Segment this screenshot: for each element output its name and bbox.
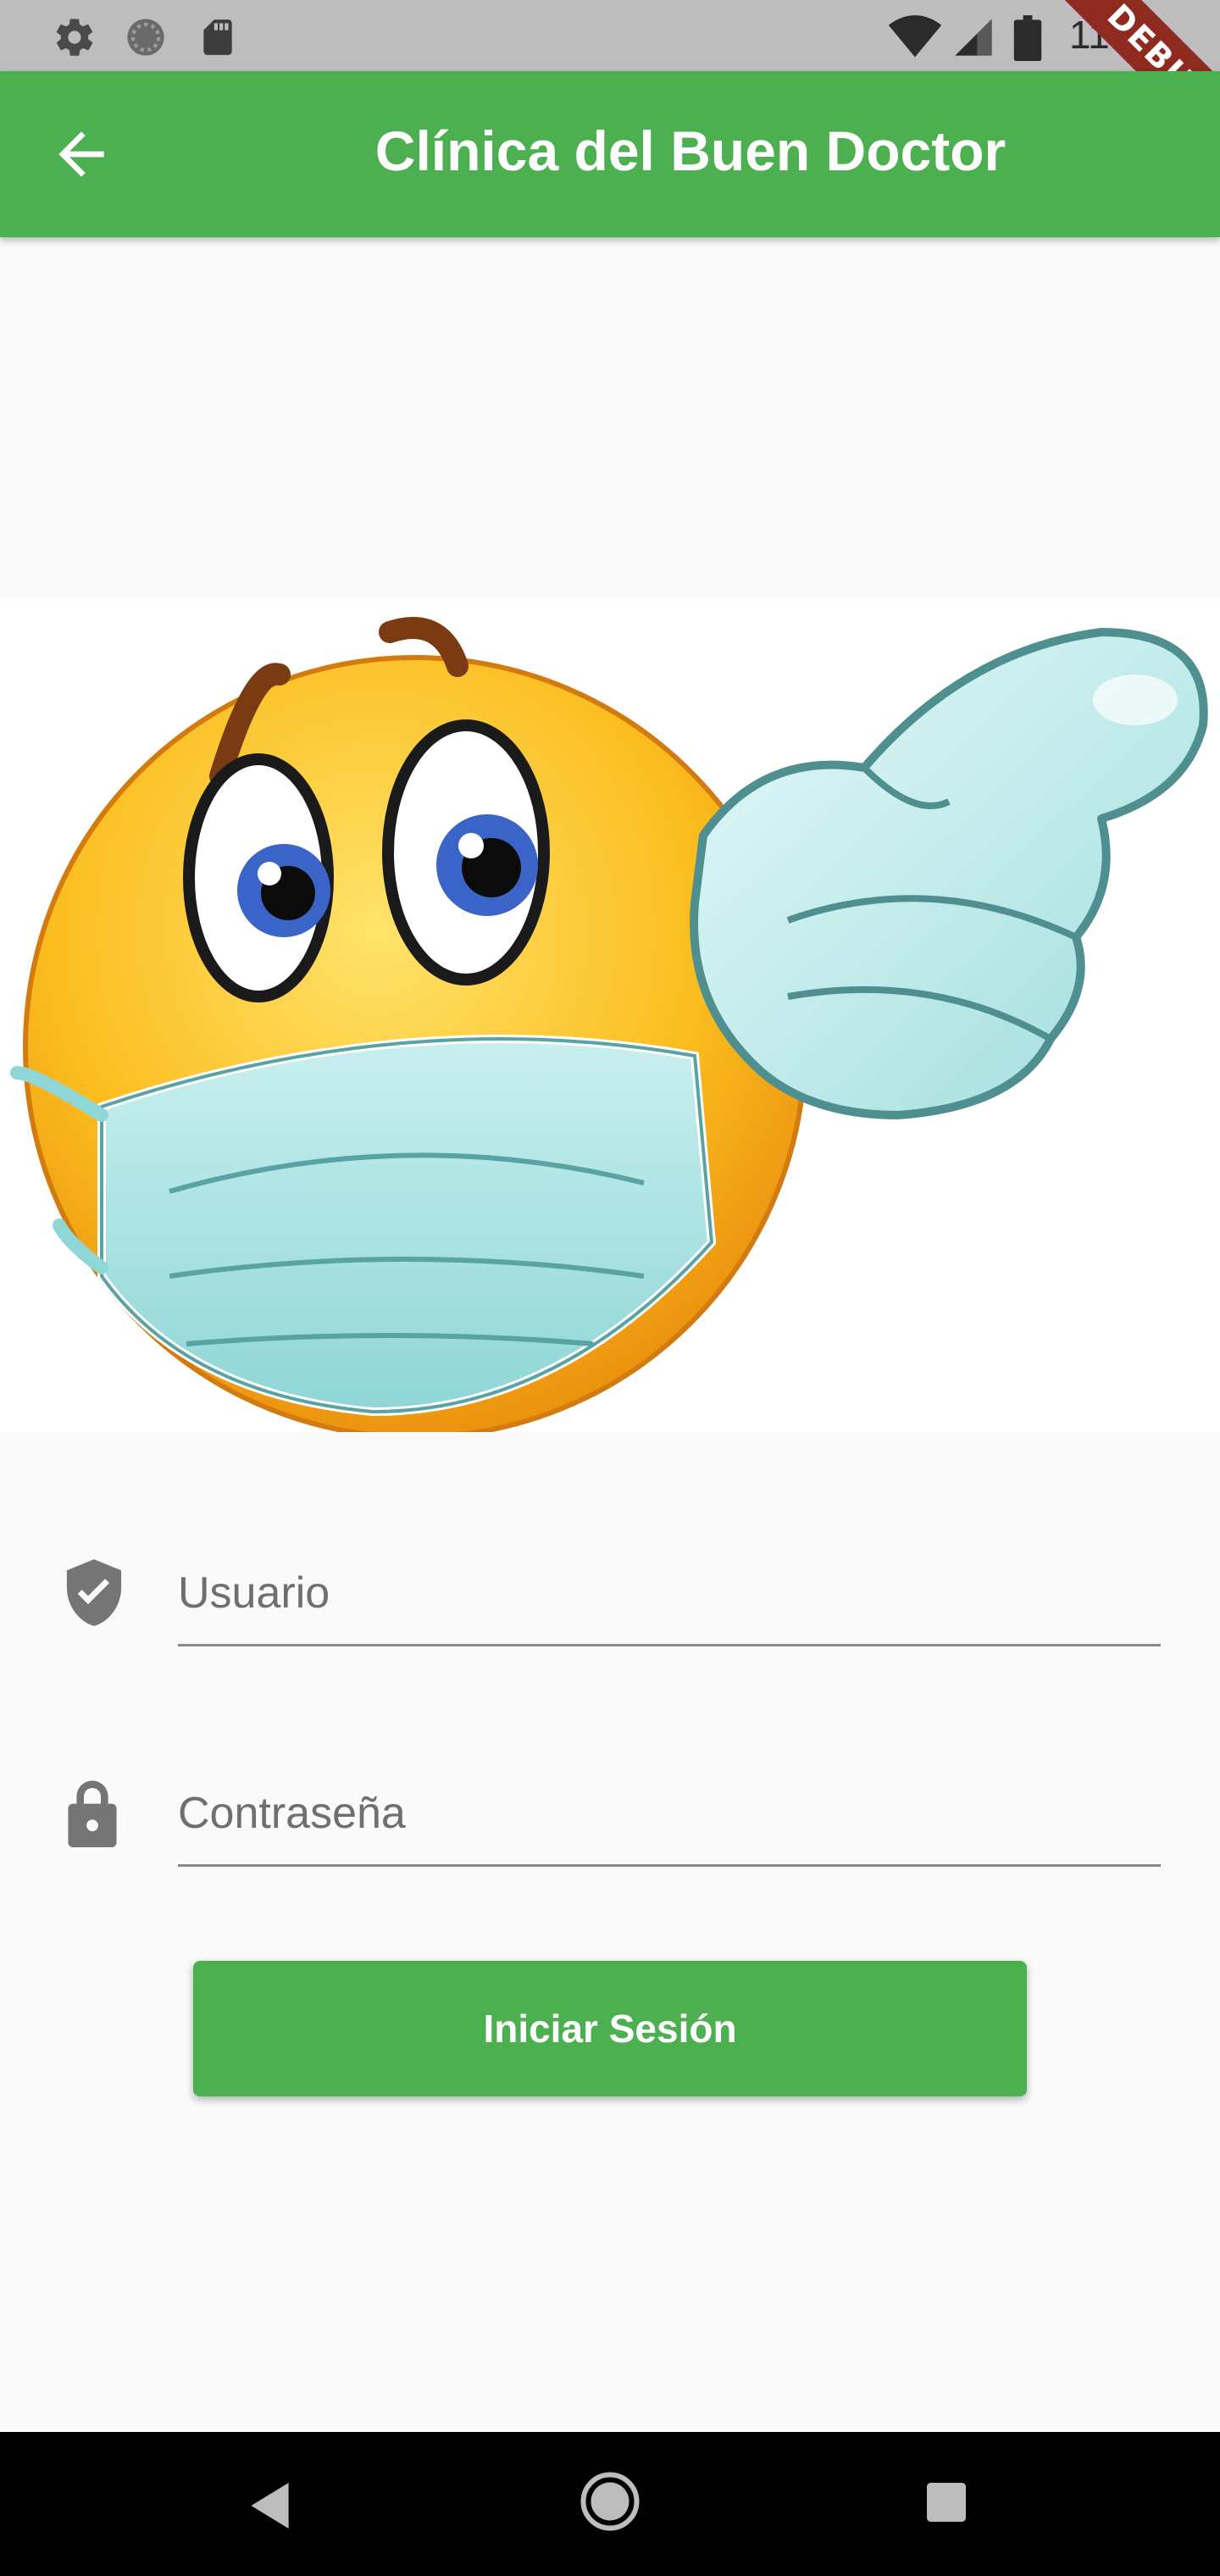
password-input[interactable] xyxy=(178,1763,1161,1867)
settings-icon xyxy=(53,15,97,64)
verified-shield-icon xyxy=(64,1559,124,1633)
sd-card-icon xyxy=(197,15,239,64)
home-circle-icon[interactable] xyxy=(580,2471,640,2536)
masked-emoji-pointing-icon xyxy=(10,617,1208,1440)
debug-banner: DEBUG xyxy=(1015,0,1220,71)
back-triangle-icon[interactable] xyxy=(251,2483,293,2533)
hero-image xyxy=(0,598,1220,1440)
recents-square-icon[interactable] xyxy=(927,2483,966,2526)
wifi-icon xyxy=(888,15,942,64)
lock-icon xyxy=(64,1779,120,1852)
status-bar: 11:50 DEBUG xyxy=(0,0,1220,71)
page-title: Clínica del Buen Doctor xyxy=(374,119,1006,182)
app-bar: Clínica del Buen Doctor xyxy=(0,71,1220,237)
battery-icon xyxy=(1013,15,1042,65)
system-nav-bar xyxy=(0,2432,1220,2576)
login-button[interactable]: Iniciar Sesión xyxy=(193,1961,1027,2096)
sync-icon xyxy=(124,15,168,64)
signal-icon xyxy=(951,15,996,64)
username-input[interactable] xyxy=(178,1542,1161,1646)
